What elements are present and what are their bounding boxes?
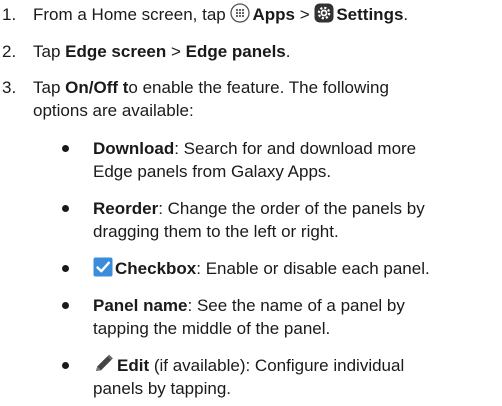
- step-number: 1.: [2, 5, 17, 24]
- apps-label: Apps: [252, 5, 295, 24]
- step-text: Tap Edge screen > Edge panels.: [33, 42, 291, 61]
- apps-grid-icon: [230, 3, 251, 23]
- step-number: 3.: [2, 78, 17, 97]
- settings-label: Settings: [336, 5, 404, 24]
- bullet-dot: [62, 205, 69, 212]
- option-text: Reorder: Change the order of the panels …: [93, 199, 425, 241]
- step-text: From a Home screen, tap Apps > Settings.: [33, 3, 409, 24]
- settings-gear-icon: [314, 3, 334, 23]
- option-term: Edit: [117, 356, 150, 375]
- bullet-dot: [62, 145, 69, 152]
- bullet-dot: [62, 265, 69, 272]
- instructions-document: 1. From a Home screen, tap Apps > Settin…: [0, 0, 502, 406]
- option-text: Download: Search for and download more E…: [93, 139, 417, 181]
- option-term: Download: [93, 139, 175, 158]
- edge-panels-label: Edge panels: [185, 42, 286, 61]
- bullet-dot: [62, 302, 69, 309]
- option-term: Reorder: [93, 199, 159, 218]
- bullet-dot: [62, 362, 69, 369]
- option-text: Edit (if available): Configure individua…: [93, 354, 405, 398]
- option-term: Checkbox: [115, 259, 197, 278]
- option-text: Panel name: See the name of a panel by t…: [93, 296, 405, 338]
- step-text: Tap On/Off to enable the feature. The fo…: [33, 78, 389, 120]
- edge-screen-label: Edge screen: [65, 42, 167, 61]
- onoff-label: On/Off t: [65, 78, 129, 97]
- pencil-icon: [93, 354, 115, 374]
- option-text: Checkbox: Enable or disable each panel.: [93, 257, 492, 280]
- step-number: 2.: [2, 42, 17, 61]
- checkbox-icon: [93, 257, 113, 277]
- option-term: Panel name: [93, 296, 188, 315]
